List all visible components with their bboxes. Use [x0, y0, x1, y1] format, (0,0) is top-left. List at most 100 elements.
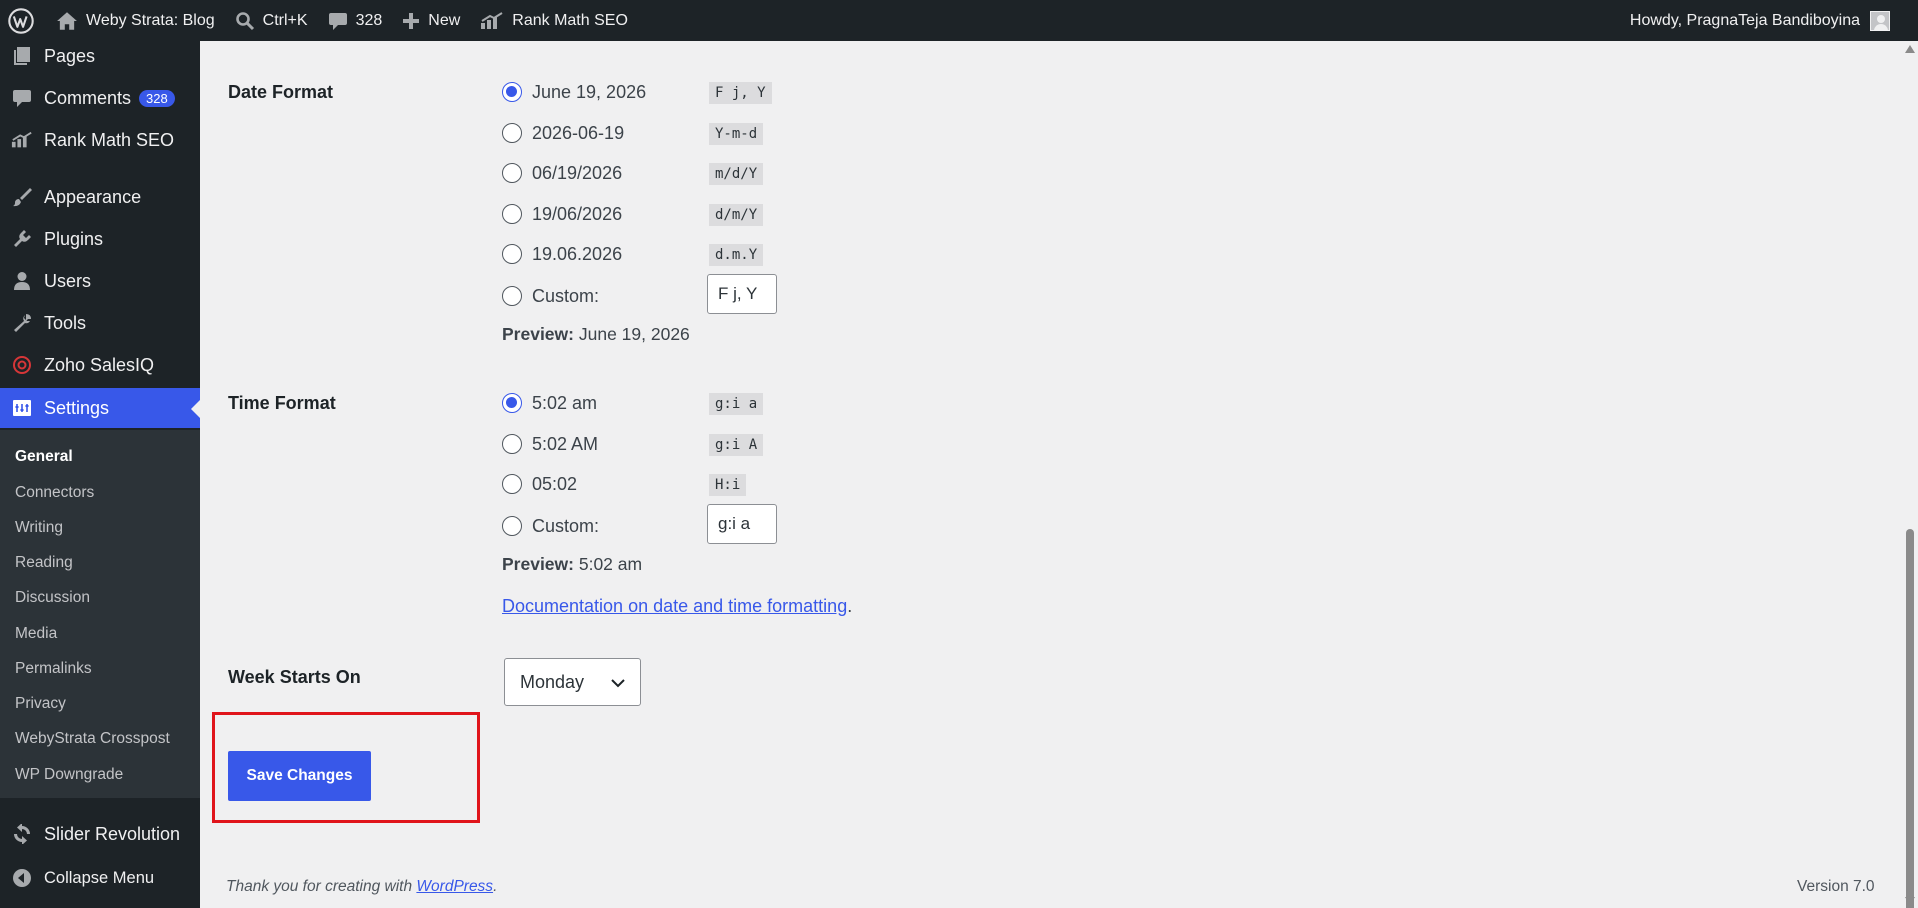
my-account[interactable]: Howdy, PragnaTeja Bandiboyina: [1630, 0, 1890, 41]
submenu-privacy[interactable]: Privacy: [15, 695, 66, 713]
date-format-option-1[interactable]: June 19, 2026: [502, 78, 646, 106]
menu-plugins[interactable]: Plugins: [0, 219, 200, 259]
date-option-label: 19.06.2026: [532, 243, 623, 264]
menu-comments[interactable]: Comments 328: [0, 78, 200, 118]
pages-icon: [11, 45, 33, 67]
date-option-label: 06/19/2026: [532, 162, 623, 183]
admin-sidebar: Pages Comments 328 Rank Math SEO Appeara…: [0, 41, 200, 908]
radio-button[interactable]: [502, 244, 522, 264]
time-format-code: g:i A: [709, 434, 764, 456]
radio-button[interactable]: [502, 434, 522, 454]
time-format-option-1[interactable]: 5:02 am: [502, 389, 597, 417]
submenu-discussion[interactable]: Discussion: [15, 589, 90, 607]
time-format-option-2[interactable]: 5:02 AM: [502, 430, 598, 458]
week-starts-select[interactable]: Monday: [504, 658, 641, 706]
menu-zoho-label: Zoho SalesIQ: [44, 354, 155, 375]
plus-icon: [403, 12, 420, 29]
rankmath-icon: [11, 129, 33, 151]
menu-comments-label: Comments: [44, 87, 132, 108]
menu-settings-label: Settings: [44, 397, 110, 418]
date-format-code: d/m/Y: [709, 204, 764, 226]
week-starts-label: Week Starts On: [228, 667, 361, 687]
search-icon: [235, 11, 254, 30]
menu-pages[interactable]: Pages: [0, 36, 200, 76]
time-preview: Preview: 5:02 am: [502, 554, 642, 575]
zoho-icon: [11, 354, 33, 376]
footer-thanks-prefix: Thank you for creating with: [226, 878, 417, 895]
date-option-label: June 19, 2026: [532, 81, 647, 102]
scroll-down-arrow-icon[interactable]: [1905, 897, 1915, 905]
howdy-text: Howdy, PragnaTeja Bandiboyina: [1629, 11, 1860, 29]
submenu-webystrata-crosspost[interactable]: WebyStrata Crosspost: [15, 730, 170, 748]
comments-badge: 328: [139, 89, 175, 107]
rankmath-label: Rank Math SEO: [512, 11, 628, 29]
submenu-writing[interactable]: Writing: [15, 519, 63, 537]
site-name-link[interactable]: Weby Strata: Blog: [46, 0, 225, 41]
time-format-option-3[interactable]: 05:02: [502, 470, 577, 498]
new-content-link[interactable]: New: [392, 0, 470, 41]
radio-button[interactable]: [502, 82, 522, 102]
radio-button[interactable]: [502, 474, 522, 494]
date-format-option-3[interactable]: 06/19/2026: [502, 159, 622, 187]
rankmath-link[interactable]: Rank Math SEO: [470, 0, 638, 41]
time-format-label: Time Format: [228, 393, 336, 413]
menu-pages-label: Pages: [44, 45, 96, 66]
menu-users[interactable]: Users: [0, 261, 200, 301]
submenu-connectors[interactable]: Connectors: [15, 484, 94, 502]
date-format-code: F j, Y: [709, 82, 772, 104]
menu-tools[interactable]: Tools: [0, 303, 200, 343]
date-option-label: 2026-06-19: [532, 122, 625, 143]
submenu-permalinks[interactable]: Permalinks: [15, 660, 92, 678]
refresh-icon: [11, 823, 33, 845]
search-shortcut: Ctrl+K: [262, 11, 308, 29]
collapse-icon: [11, 867, 33, 889]
menu-rankmath-label: Rank Math SEO: [44, 129, 175, 150]
submenu-general[interactable]: General: [15, 448, 73, 466]
radio-button[interactable]: [502, 123, 522, 143]
radio-button[interactable]: [502, 516, 522, 536]
collapse-menu-button[interactable]: Collapse Menu: [0, 858, 200, 898]
date-format-option-4[interactable]: 19/06/2026: [502, 200, 622, 228]
radio-button[interactable]: [502, 286, 522, 306]
page-scrollbar[interactable]: [1902, 41, 1918, 908]
submenu-media[interactable]: Media: [15, 625, 57, 643]
documentation-link[interactable]: Documentation on date and time formattin…: [502, 596, 847, 616]
time-option-label: 05:02: [532, 473, 578, 494]
menu-rankmath[interactable]: Rank Math SEO: [0, 120, 200, 160]
menu-appearance[interactable]: Appearance: [0, 177, 200, 217]
date-format-custom-input[interactable]: [707, 274, 777, 314]
time-format-code: g:i a: [709, 393, 764, 415]
time-format-custom-input[interactable]: [707, 504, 777, 544]
save-changes-button[interactable]: Save Changes: [228, 751, 371, 801]
submenu-wp-downgrade[interactable]: WP Downgrade: [15, 766, 123, 784]
date-format-option-2[interactable]: 2026-06-19: [502, 119, 624, 147]
comment-icon: [328, 12, 347, 30]
paintbrush-icon: [11, 186, 33, 208]
comments-link[interactable]: 328: [318, 0, 393, 41]
date-format-code: m/d/Y: [709, 163, 764, 185]
command-palette-button[interactable]: Ctrl+K: [225, 0, 318, 41]
radio-button[interactable]: [502, 204, 522, 224]
wordpress-link[interactable]: WordPress: [416, 878, 493, 895]
date-format-option-5[interactable]: 19.06.2026: [502, 240, 622, 268]
preview-label: Preview:: [502, 554, 574, 574]
date-format-option-custom[interactable]: Custom:: [502, 282, 599, 310]
custom-label: Custom:: [532, 515, 600, 536]
time-format-code: H:i: [709, 474, 747, 496]
wordpress-logo-icon[interactable]: [0, 0, 46, 41]
scroll-up-arrow-icon[interactable]: [1905, 45, 1915, 53]
submenu-reading[interactable]: Reading: [15, 554, 73, 572]
radio-button[interactable]: [502, 393, 522, 413]
scroll-thumb[interactable]: [1906, 529, 1914, 908]
wrench-icon: [11, 312, 33, 334]
admin-bar: Weby Strata: Blog Ctrl+K 328 New Rank Ma…: [0, 0, 1918, 41]
menu-tools-label: Tools: [44, 312, 87, 333]
plugin-icon: [11, 228, 33, 250]
time-format-option-custom[interactable]: Custom:: [502, 512, 599, 540]
menu-slider-revolution[interactable]: Slider Revolution: [0, 814, 200, 854]
chevron-down-icon: [611, 679, 625, 688]
menu-zoho[interactable]: Zoho SalesIQ: [0, 345, 200, 385]
radio-button[interactable]: [502, 163, 522, 183]
menu-settings[interactable]: Settings: [0, 388, 200, 428]
date-format-label: Date Format: [228, 82, 334, 102]
